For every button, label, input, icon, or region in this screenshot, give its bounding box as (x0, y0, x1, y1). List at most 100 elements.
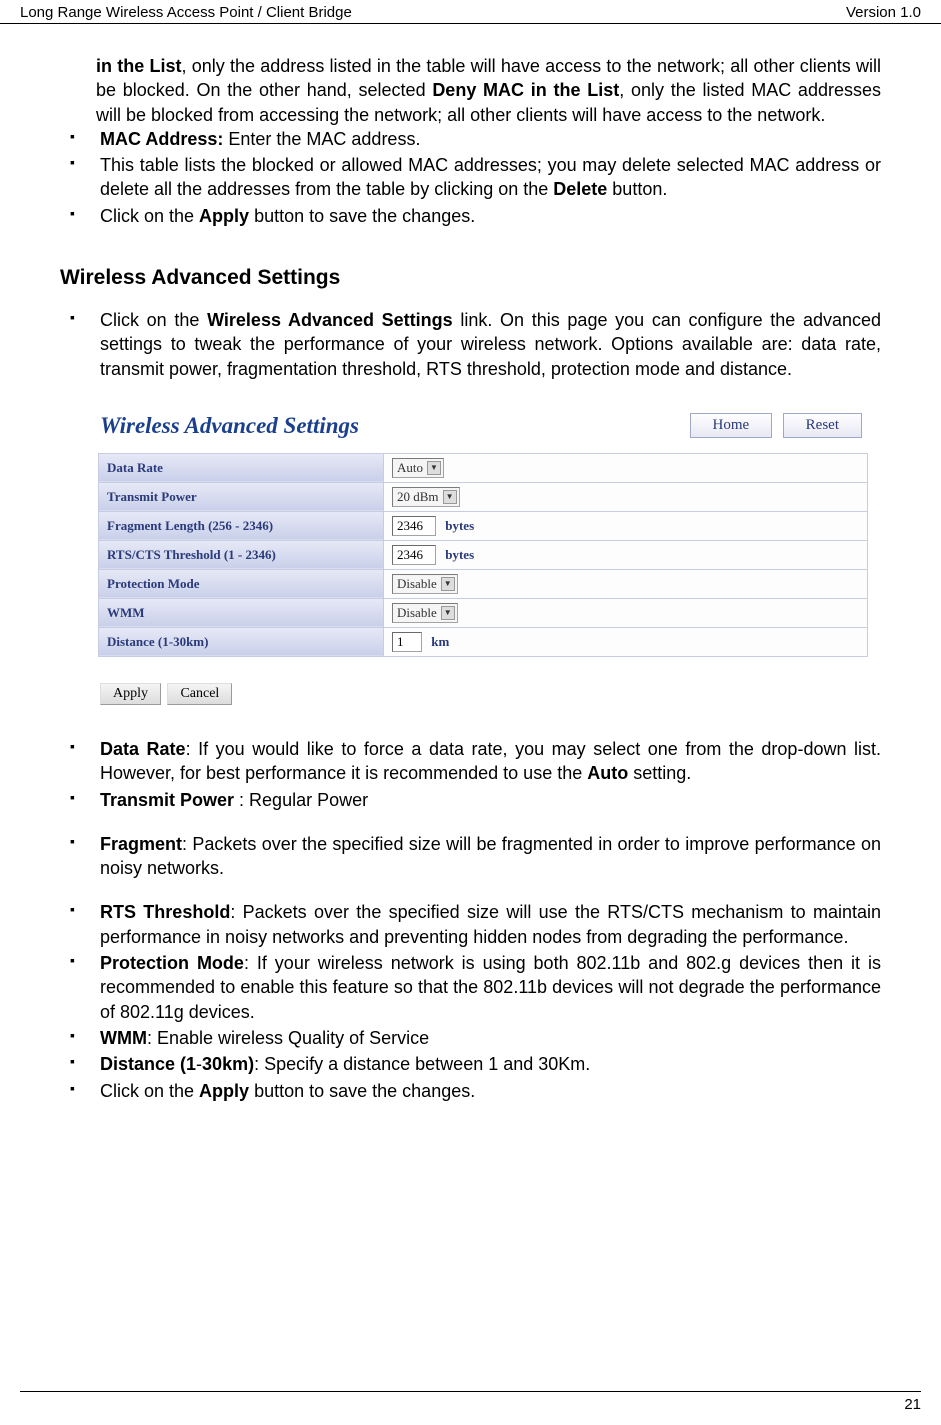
list-item: Distance (1-30km): Specify a distance be… (70, 1052, 881, 1076)
auto-bold: Auto (587, 763, 628, 783)
bullets-bottom-2: Fragment: Packets over the specified siz… (60, 832, 881, 881)
distance-bold-a: Distance (1 (100, 1054, 196, 1074)
reset-button[interactable]: Reset (783, 413, 862, 438)
table-row: RTS/CTS Threshold (1 - 2346) bytes (99, 540, 868, 569)
table-row: Transmit Power 20 dBm▼ (99, 482, 868, 511)
screenshot-header: Wireless Advanced Settings Home Reset (98, 409, 868, 447)
table-row: Fragment Length (256 - 2346) bytes (99, 511, 868, 540)
protection-mode-value: Disable (397, 576, 437, 592)
table-row: Distance (1-30km) km (99, 627, 868, 656)
screenshot-title: Wireless Advanced Settings (100, 413, 359, 439)
data-rate-select[interactable]: Auto ▼ (392, 458, 444, 478)
header-left: Long Range Wireless Access Point / Clien… (20, 4, 352, 21)
table-text-c: button. (607, 179, 667, 199)
rts-unit: bytes (445, 547, 474, 562)
wmm-bold: WMM (100, 1028, 147, 1048)
rts-threshold-label: RTS/CTS Threshold (1 - 2346) (99, 540, 384, 569)
rts-threshold-cell: bytes (384, 540, 868, 569)
protection-mode-select[interactable]: Disable▼ (392, 574, 458, 594)
intro-lead: in the List (96, 56, 182, 76)
section-heading: Wireless Advanced Settings (60, 266, 881, 290)
content-area: in the List, only the address listed in … (0, 24, 941, 1125)
header-right: Version 1.0 (846, 4, 921, 21)
data-rate-end: setting. (628, 763, 691, 783)
apply-text-a: Click on the (100, 206, 199, 226)
protection-bold: Protection Mode (100, 953, 244, 973)
apply-text-c: button to save the changes. (249, 206, 475, 226)
table-row: Data Rate Auto ▼ (99, 453, 868, 482)
distance-input[interactable] (392, 632, 422, 652)
table-row: Protection Mode Disable▼ (99, 569, 868, 598)
protection-mode-label: Protection Mode (99, 569, 384, 598)
page-footer: 21 (20, 1391, 921, 1413)
list-item: Data Rate: If you would like to force a … (70, 737, 881, 786)
list-item: Transmit Power : Regular Power (70, 788, 881, 812)
apply-label: Apply (199, 206, 249, 226)
apply2-bold: Apply (199, 1081, 249, 1101)
list-item: Fragment: Packets over the specified siz… (70, 832, 881, 881)
screenshot-header-buttons: Home Reset (684, 413, 862, 438)
data-rate-cell: Auto ▼ (384, 453, 868, 482)
delete-label: Delete (553, 179, 607, 199)
page-header: Long Range Wireless Access Point / Clien… (0, 0, 941, 24)
distance-text: : Specify a distance between 1 and 30Km. (254, 1054, 590, 1074)
distance-bold-c: 30km) (202, 1054, 254, 1074)
list-item: Protection Mode: If your wireless networ… (70, 951, 881, 1024)
intro-paragraph: in the List, only the address listed in … (60, 54, 881, 127)
list-item: Click on the Wireless Advanced Settings … (70, 308, 881, 381)
wmm-text: : Enable wireless Quality of Service (147, 1028, 429, 1048)
apply2-a: Click on the (100, 1081, 199, 1101)
page-number: 21 (904, 1396, 921, 1413)
data-rate-bold: Data Rate (100, 739, 186, 759)
wmm-select[interactable]: Disable ▼ (392, 603, 458, 623)
mac-address-label: MAC Address: (100, 129, 223, 149)
home-button[interactable]: Home (690, 413, 773, 438)
wmm-label: WMM (99, 598, 384, 627)
list-item: WMM: Enable wireless Quality of Service (70, 1026, 881, 1050)
rts-bold: RTS Threshold (100, 902, 230, 922)
wmm-cell: Disable ▼ (384, 598, 868, 627)
transmit-power-cell: 20 dBm ▼ (384, 482, 868, 511)
chevron-down-icon: ▼ (427, 461, 441, 475)
screenshot: Wireless Advanced Settings Home Reset Da… (98, 409, 868, 709)
transmit-power-select[interactable]: 20 dBm ▼ (392, 487, 460, 507)
fragment-length-input[interactable] (392, 516, 436, 536)
fragment-bold: Fragment (100, 834, 182, 854)
intro-deny: Deny MAC in the List (432, 80, 619, 100)
list-item: Click on the Apply button to save the ch… (70, 1079, 881, 1103)
was-link-label: Wireless Advanced Settings (207, 310, 453, 330)
list-item: RTS Threshold: Packets over the specifie… (70, 900, 881, 949)
distance-cell: km (384, 627, 868, 656)
cancel-button[interactable]: Cancel (167, 683, 232, 705)
data-rate-value: Auto (397, 460, 423, 476)
list-item: Click on the Apply button to save the ch… (70, 204, 881, 228)
distance-label: Distance (1-30km) (99, 627, 384, 656)
settings-table: Data Rate Auto▼ Transmit Power 20 dBm▼ F… (98, 453, 868, 657)
bullets-bottom: Data Rate: If you would like to force a … (60, 737, 881, 812)
transmit-power-value: 20 dBm (397, 489, 439, 505)
list-item: MAC Address: Enter the MAC address. (70, 127, 881, 151)
chevron-down-icon: ▼ (441, 606, 455, 620)
data-rate-text: : If you would like to force a data rate… (100, 739, 881, 783)
rts-threshold-input[interactable] (392, 545, 436, 565)
table-text-a: This table lists the blocked or allowed … (100, 155, 881, 199)
fragment-length-cell: bytes (384, 511, 868, 540)
fragment-length-label: Fragment Length (256 - 2346) (99, 511, 384, 540)
apply-button[interactable]: Apply (100, 683, 161, 705)
wmm-value: Disable (397, 605, 437, 621)
transmit-power-bold: Transmit Power (100, 790, 234, 810)
protection-mode-cell: Disable▼ (384, 569, 868, 598)
table-row: WMM Disable ▼ (99, 598, 868, 627)
list-item: This table lists the blocked or allowed … (70, 153, 881, 202)
bullets-top: MAC Address: Enter the MAC address. This… (60, 127, 881, 228)
bullets-bottom-3: RTS Threshold: Packets over the specifie… (60, 900, 881, 1102)
bullets-mid: Click on the Wireless Advanced Settings … (60, 308, 881, 381)
was-text-a: Click on the (100, 310, 207, 330)
distance-unit: km (431, 634, 449, 649)
apply2-c: button to save the changes. (249, 1081, 475, 1101)
mac-address-text: Enter the MAC address. (223, 129, 420, 149)
fragment-text: : Packets over the specified size will b… (100, 834, 881, 878)
data-rate-label: Data Rate (99, 453, 384, 482)
screenshot-footer: Apply Cancel (98, 679, 868, 709)
chevron-down-icon: ▼ (443, 490, 457, 504)
